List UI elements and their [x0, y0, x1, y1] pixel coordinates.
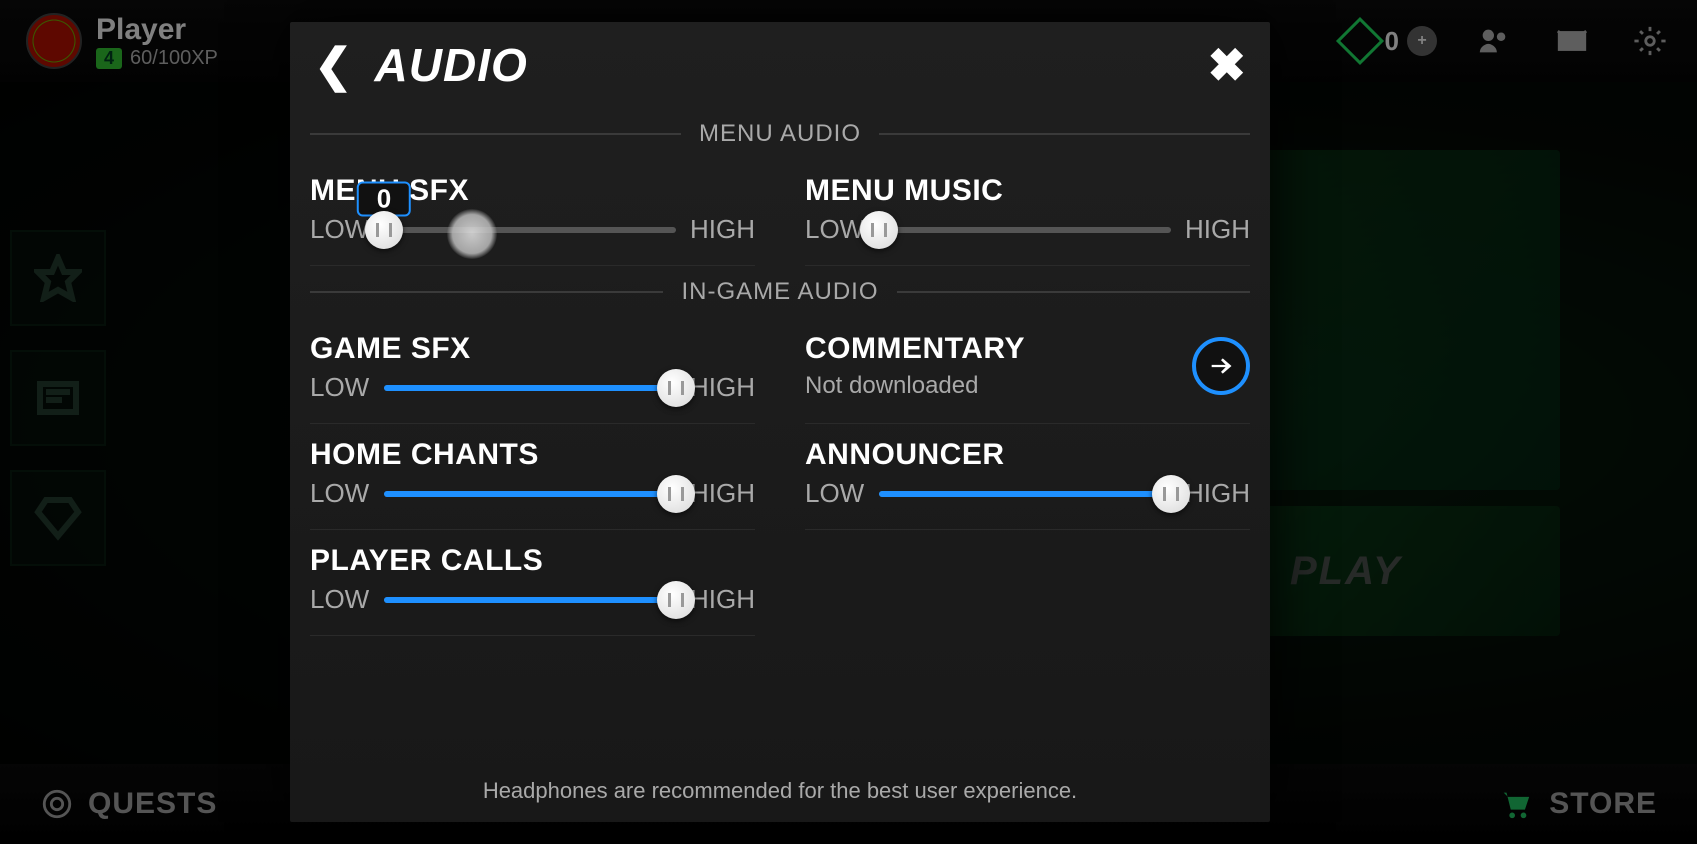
quests-label: QUESTS — [88, 787, 217, 821]
commentary-download-button[interactable] — [1192, 337, 1250, 395]
left-nav-tiles — [10, 230, 110, 590]
low-label: LOW — [805, 478, 865, 509]
target-icon — [40, 787, 74, 821]
fc-points-icon — [1335, 17, 1383, 65]
close-button[interactable]: ✖ — [1207, 38, 1246, 92]
play-card: PLAY — [1260, 506, 1560, 636]
audio-modal: ❮ AUDIO ✖ MENU AUDIO MENU SFX LOW 0 — [290, 22, 1270, 822]
commentary-status: Not downloaded — [805, 372, 1025, 400]
nav-tile-news-icon — [10, 350, 106, 446]
mail-icon[interactable] — [1551, 24, 1593, 58]
fc-points-value: 0 — [1385, 26, 1399, 57]
player-calls-control: PLAYER CALLS LOW HIGH — [310, 530, 755, 636]
club-badge-icon — [26, 13, 82, 69]
add-fc-button[interactable]: + — [1407, 26, 1437, 56]
high-label: HIGH — [1185, 478, 1250, 509]
arrow-right-icon — [1207, 352, 1235, 380]
menu-music-thumb[interactable] — [860, 211, 898, 249]
menu-sfx-control: MENU SFX LOW 0 HIGH — [310, 160, 755, 266]
low-label: LOW — [310, 584, 370, 615]
touch-ripple — [447, 209, 497, 259]
high-label: HIGH — [690, 478, 755, 509]
low-label: LOW — [805, 214, 865, 245]
cart-icon — [1495, 787, 1535, 821]
section-ingame-audio: IN-GAME AUDIO — [310, 278, 1250, 306]
high-label: HIGH — [690, 214, 755, 245]
nav-tile-gem-icon — [10, 470, 106, 566]
menu-music-control: MENU MUSIC LOW HIGH — [805, 160, 1250, 266]
game-sfx-label: GAME SFX — [310, 332, 755, 366]
game-sfx-control: GAME SFX LOW HIGH — [310, 318, 755, 424]
store-label: STORE — [1549, 787, 1657, 821]
announcer-label: ANNOUNCER — [805, 438, 1250, 472]
announcer-slider[interactable] — [879, 491, 1171, 497]
xp-text: 60/100XP — [130, 47, 218, 70]
home-chants-control: HOME CHANTS LOW HIGH — [310, 424, 755, 530]
commentary-label: COMMENTARY — [805, 332, 1025, 366]
menu-music-label: MENU MUSIC — [805, 174, 1250, 208]
low-label: LOW — [310, 478, 370, 509]
player-calls-thumb[interactable] — [657, 581, 695, 619]
commentary-control: COMMENTARY Not downloaded — [805, 318, 1250, 424]
game-sfx-thumb[interactable] — [657, 369, 695, 407]
high-label: HIGH — [690, 584, 755, 615]
modal-header: ❮ AUDIO ✖ — [290, 22, 1270, 108]
nav-tile-star-icon — [10, 230, 106, 326]
announcer-control: ANNOUNCER LOW HIGH — [805, 424, 1250, 530]
low-label: LOW — [310, 372, 370, 403]
level-badge: 4 — [96, 48, 122, 69]
announcer-thumb[interactable] — [1152, 475, 1190, 513]
menu-sfx-slider[interactable]: 0 — [384, 227, 676, 233]
menu-sfx-thumb[interactable] — [365, 211, 403, 249]
bg-hero-card — [1260, 150, 1560, 490]
player-calls-label: PLAYER CALLS — [310, 544, 755, 578]
settings-gear-icon[interactable] — [1629, 24, 1671, 58]
player-name: Player — [96, 13, 218, 47]
fc-points[interactable]: 0 + — [1343, 24, 1437, 58]
section-ingame-label: IN-GAME AUDIO — [681, 278, 878, 306]
player-calls-slider[interactable] — [384, 597, 676, 603]
menu-music-slider[interactable] — [879, 227, 1171, 233]
home-chants-slider[interactable] — [384, 491, 676, 497]
back-button[interactable]: ❮ — [314, 42, 353, 88]
home-chants-label: HOME CHANTS — [310, 438, 755, 472]
friends-icon[interactable] — [1473, 24, 1515, 58]
quests-tab[interactable]: QUESTS — [40, 787, 217, 821]
store-tab[interactable]: STORE — [1495, 787, 1657, 821]
section-menu-label: MENU AUDIO — [699, 120, 861, 148]
high-label: HIGH — [1185, 214, 1250, 245]
home-chants-thumb[interactable] — [657, 475, 695, 513]
modal-body: MENU AUDIO MENU SFX LOW 0 HIGH — [290, 108, 1270, 822]
high-label: HIGH — [690, 372, 755, 403]
low-label: LOW — [310, 214, 370, 245]
modal-title: AUDIO — [375, 38, 528, 92]
section-menu-audio: MENU AUDIO — [310, 120, 1250, 148]
game-sfx-slider[interactable] — [384, 385, 676, 391]
footer-note: Headphones are recommended for the best … — [290, 778, 1270, 804]
